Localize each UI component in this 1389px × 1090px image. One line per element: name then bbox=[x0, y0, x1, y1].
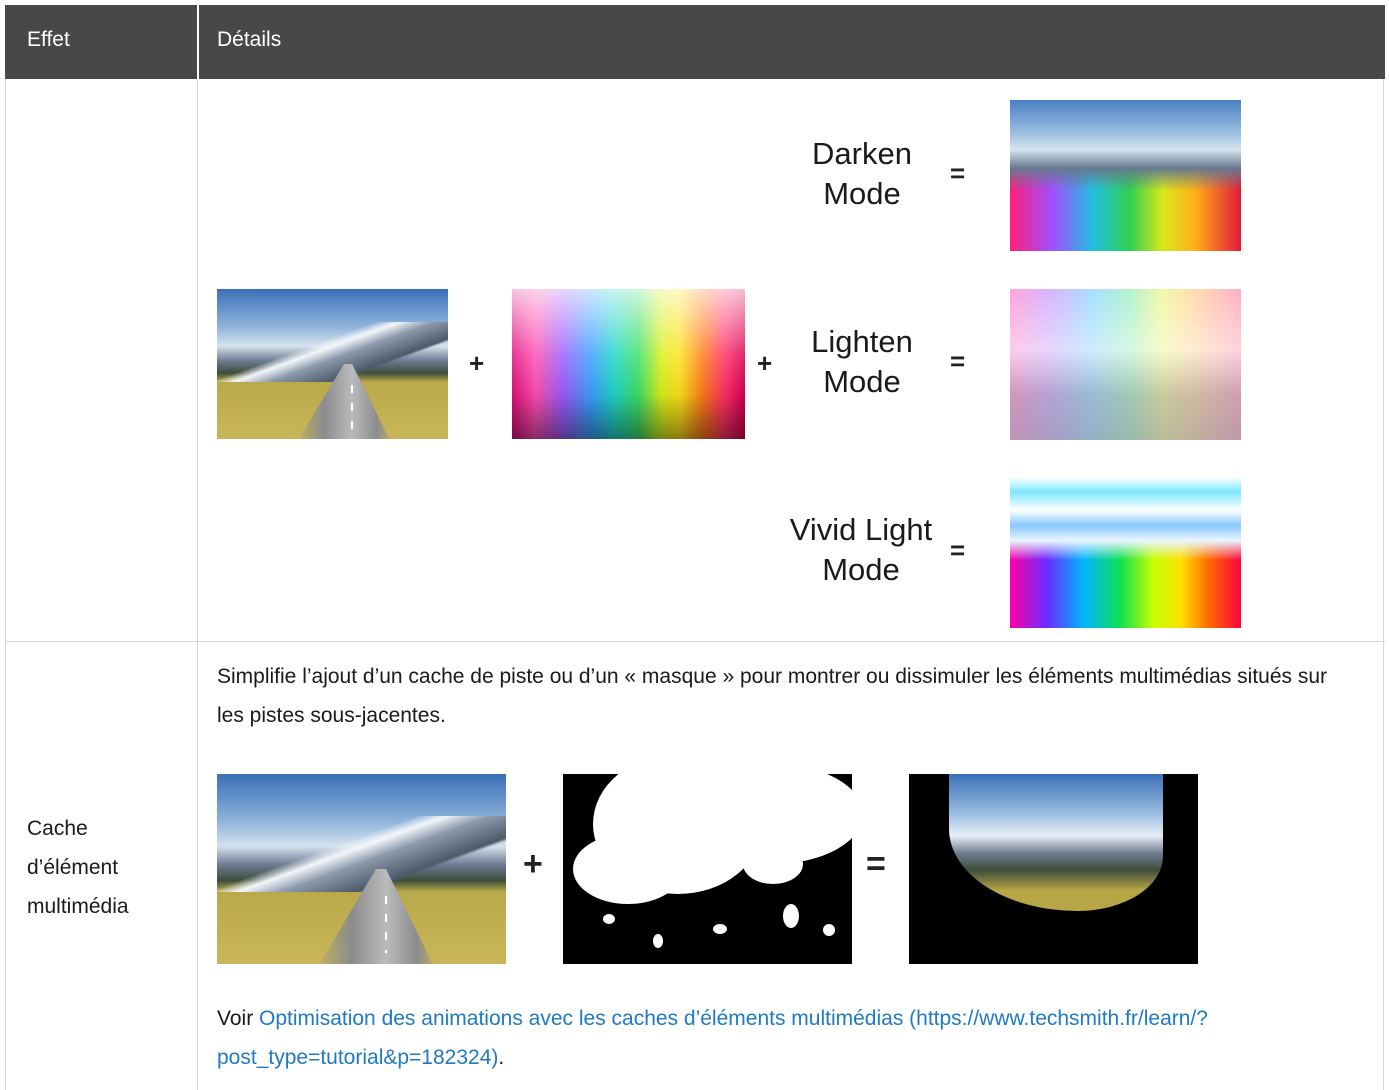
table-left-border bbox=[5, 79, 6, 1090]
plus-sign: + bbox=[757, 348, 773, 378]
landscape-photo bbox=[217, 774, 506, 964]
matte-mask-image bbox=[563, 774, 852, 964]
table-right-border bbox=[1383, 79, 1384, 1090]
plus-sign: + bbox=[469, 348, 485, 378]
tutorial-link[interactable]: Optimisation des animations avec les cac… bbox=[217, 1007, 1208, 1069]
plus-sign: + bbox=[523, 845, 543, 883]
see-suffix: . bbox=[498, 1046, 505, 1069]
row-divider bbox=[5, 641, 1385, 642]
mode-label-vivid-light: Vivid Light Mode bbox=[789, 512, 933, 587]
column-divider bbox=[197, 79, 198, 1090]
equals-sign: = bbox=[950, 346, 966, 376]
landscape-photo bbox=[217, 289, 448, 439]
equals-sign: = bbox=[950, 158, 966, 188]
vivid-light-result-image bbox=[1010, 477, 1241, 628]
rainbow-gradient-image bbox=[512, 289, 745, 439]
mode-label-darken: Darken Mode bbox=[812, 136, 912, 211]
equals-sign: = bbox=[866, 845, 886, 883]
equals-sign: = bbox=[950, 535, 966, 565]
mode-label-lighten: Lighten Mode bbox=[811, 324, 913, 399]
masked-result-image bbox=[909, 774, 1198, 964]
see-prefix: Voir bbox=[217, 1007, 260, 1030]
darken-result-image bbox=[1010, 100, 1241, 251]
see-also-paragraph: Voir Optimisation des animations avec le… bbox=[217, 999, 1337, 1077]
media-matte-description: Simplifie l’ajout d’un cache de piste ou… bbox=[217, 665, 1328, 727]
header-effect: Effet bbox=[27, 28, 70, 51]
table-header: Effet Détails bbox=[5, 5, 1385, 79]
lighten-result-image bbox=[1010, 289, 1241, 440]
header-divider bbox=[197, 5, 199, 79]
header-details: Détails bbox=[217, 28, 282, 51]
effect-name-media-matte: Cache d’élément multimédia bbox=[27, 817, 129, 918]
